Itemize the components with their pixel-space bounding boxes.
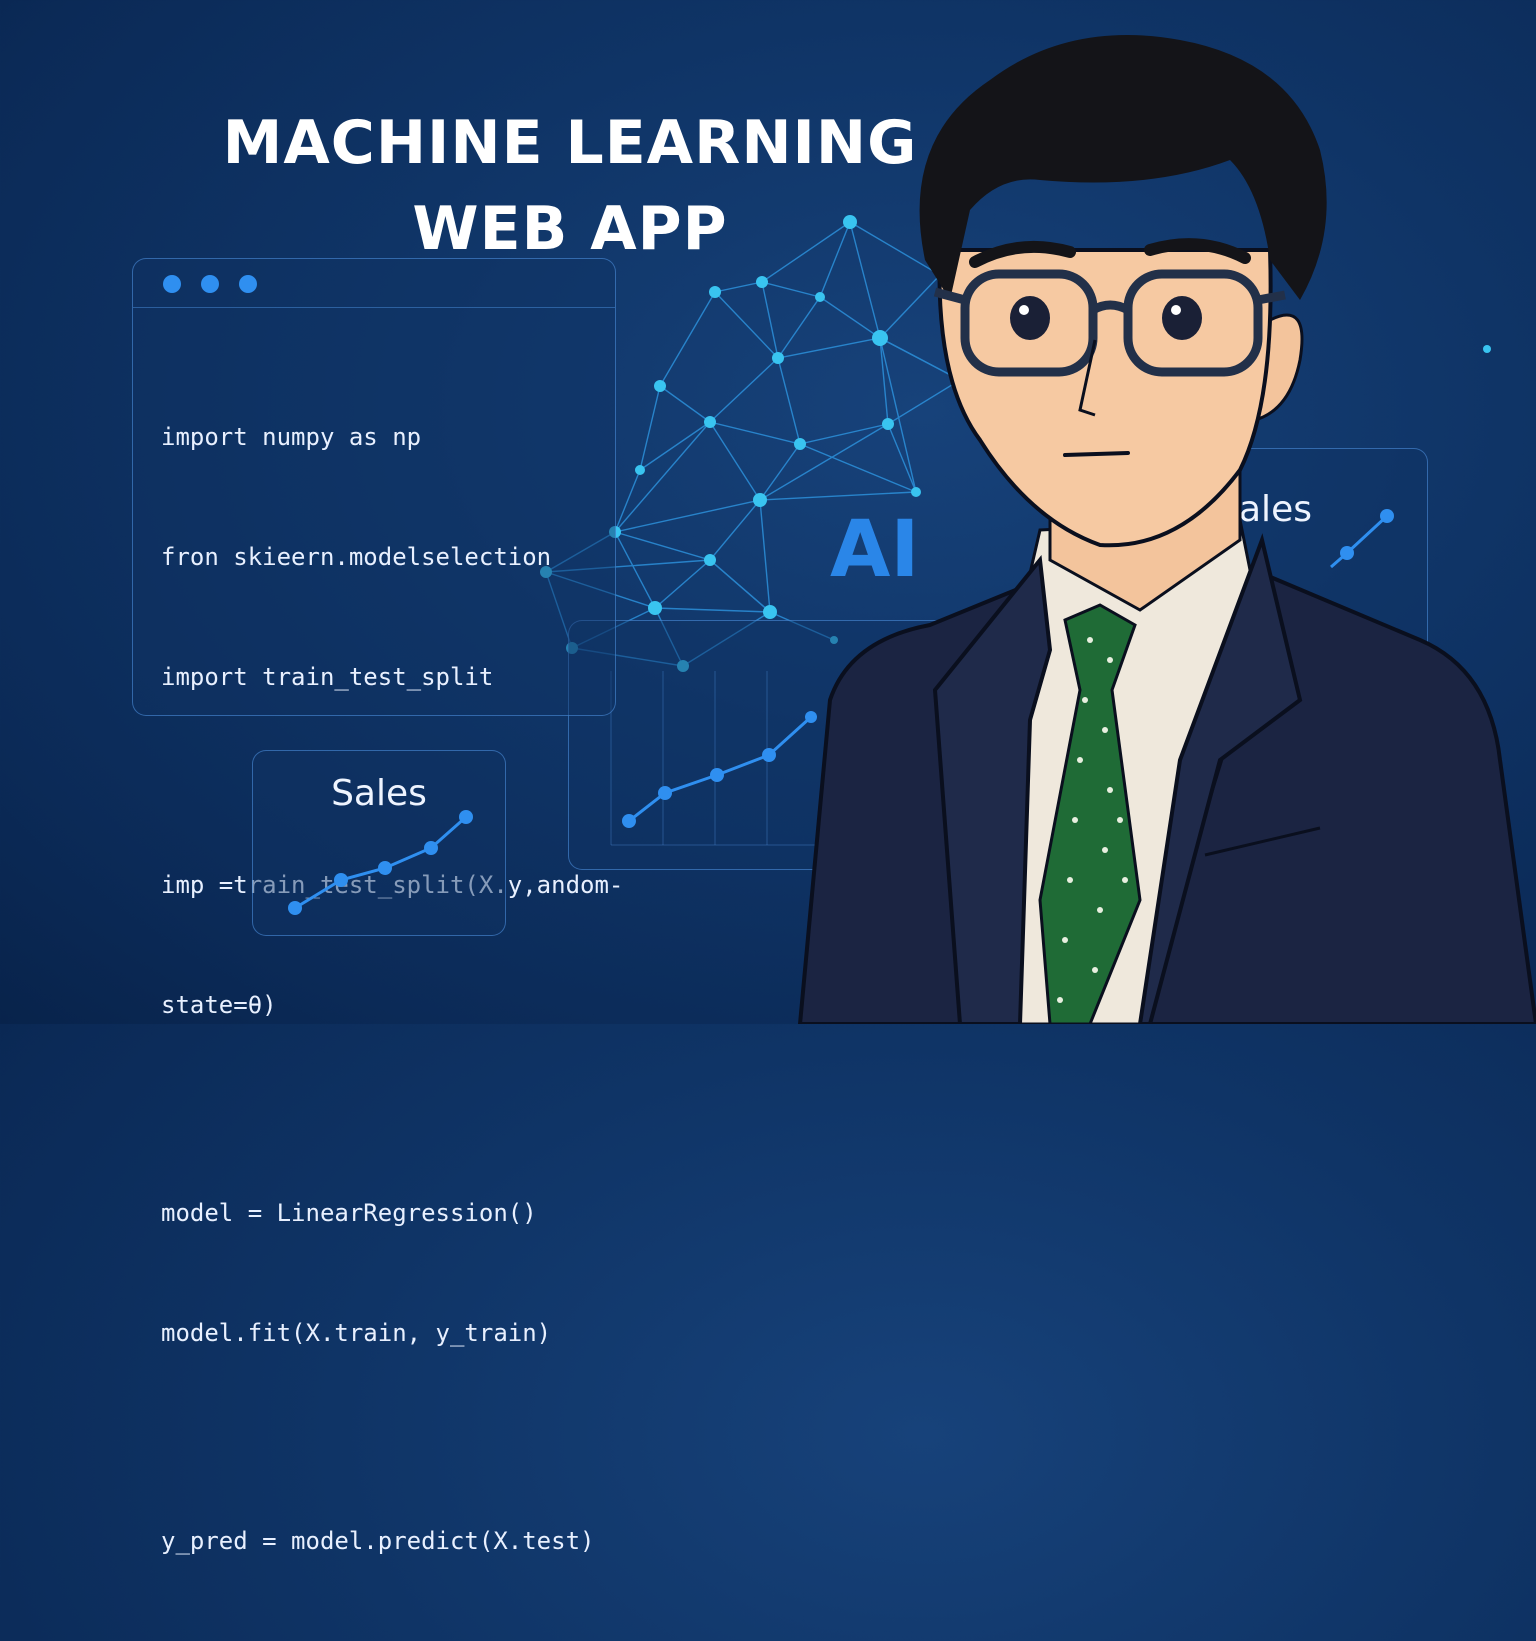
code-line: import numpy as np	[161, 423, 422, 451]
window-control-dot-icon[interactable]	[201, 275, 219, 293]
code-line: model.fit(X.train, y_train)	[161, 1319, 552, 1347]
code-line: y_pred = model.predict(X.test)	[161, 1527, 595, 1555]
code-line: model = LinearRegression()	[161, 1199, 537, 1227]
sales-card: Sales	[252, 750, 506, 936]
code-window: import numpy as np fron skieern.modelsel…	[132, 258, 623, 1555]
code-line: fron skieern.modelselection	[161, 543, 552, 571]
window-control-dot-icon[interactable]	[163, 275, 181, 293]
code-block: import numpy as np fron skieern.modelsel…	[161, 337, 623, 1641]
code-line: import train_test_split	[161, 663, 494, 691]
sales-line-chart-icon	[288, 810, 473, 915]
person-illustration	[797, 35, 1536, 1024]
code-line: state=θ)	[161, 991, 277, 1019]
window-control-dot-icon[interactable]	[239, 275, 257, 293]
